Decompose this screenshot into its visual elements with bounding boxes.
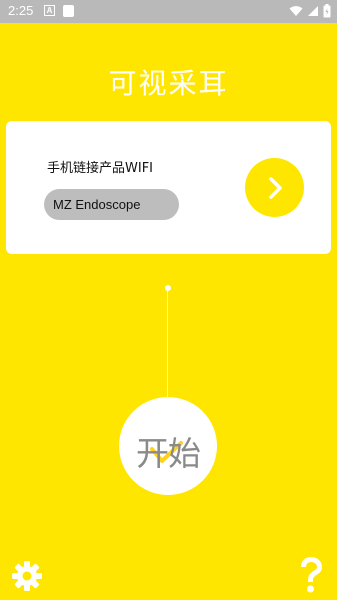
next-button[interactable]: [245, 158, 304, 217]
notification-icon: A: [44, 5, 55, 16]
status-time: 2:25: [8, 3, 34, 18]
question-mark-icon: [301, 557, 322, 593]
chevron-right-icon: [268, 176, 282, 199]
signal-icon: [308, 6, 318, 16]
wifi-instruction-label: 手机链接产品WIFI: [47, 161, 153, 176]
gear-icon: [12, 561, 42, 591]
start-button[interactable]: 开始: [119, 397, 217, 495]
settings-button[interactable]: [11, 560, 43, 592]
status-icons: [289, 4, 331, 18]
page-title: 可视采耳: [108, 67, 229, 100]
battery-icon: [323, 4, 331, 18]
notification-square-icon: [63, 5, 74, 17]
wifi-icon: [289, 6, 303, 16]
wifi-connect-card: 手机链接产品WIFI MZ Endoscope: [6, 121, 331, 254]
connector-dot: [165, 285, 171, 291]
help-button[interactable]: [295, 555, 327, 595]
status-bar: 2:25 A: [0, 0, 337, 23]
start-label: 开始: [136, 434, 201, 473]
wifi-ssid-display: MZ Endoscope: [44, 189, 179, 220]
connector-line: [167, 291, 168, 399]
